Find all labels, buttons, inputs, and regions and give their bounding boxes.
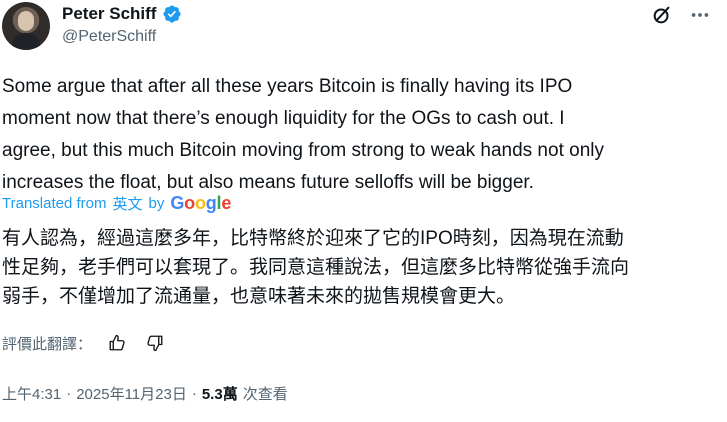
author-name-row: Peter Schiff <box>62 4 182 24</box>
rate-translation-row: 評價此翻譯： <box>2 330 168 356</box>
tweet-text: Some argue that after all these years Bi… <box>2 76 604 193</box>
translation-attribution[interactable]: Translated from 英文 by Google <box>2 193 231 214</box>
author-display-name[interactable]: Peter Schiff <box>62 4 156 24</box>
views-label: 次查看 <box>242 386 288 403</box>
tweet-date[interactable]: 2025年11月23日 <box>76 383 187 404</box>
avatar-shirt <box>12 33 40 50</box>
thumb-down-icon[interactable] <box>142 330 168 356</box>
tweet-meta: 上午4:31 · 2025年11月23日 · 5.3萬 次查看 <box>2 383 288 404</box>
tweet-time[interactable]: 上午4:31 <box>2 383 61 404</box>
tweet-top-actions <box>649 2 713 28</box>
more-icon[interactable] <box>687 2 713 28</box>
avatar[interactable] <box>2 2 50 50</box>
verified-badge-icon <box>162 4 182 24</box>
translated-text: 有人認為，經過這麼多年，比特幣終於迎來了它的IPO時刻，因為現在流動 性足夠，老… <box>2 228 630 307</box>
meta-separator: · <box>191 385 197 402</box>
avatar-face <box>18 11 34 31</box>
rate-translation-label: 評價此翻譯： <box>2 335 93 353</box>
google-logo: Google <box>170 193 232 213</box>
meta-separator: · <box>66 385 72 402</box>
translation-by: by <box>148 195 165 212</box>
translation-source-language: 英文 <box>112 196 143 213</box>
views-count: 5.3萬 <box>201 386 238 403</box>
thumb-up-icon[interactable] <box>104 330 130 356</box>
author-handle[interactable]: @PeterSchiff <box>62 28 156 46</box>
grok-icon[interactable] <box>649 2 675 28</box>
translation-prefix: Translated from <box>2 195 107 212</box>
